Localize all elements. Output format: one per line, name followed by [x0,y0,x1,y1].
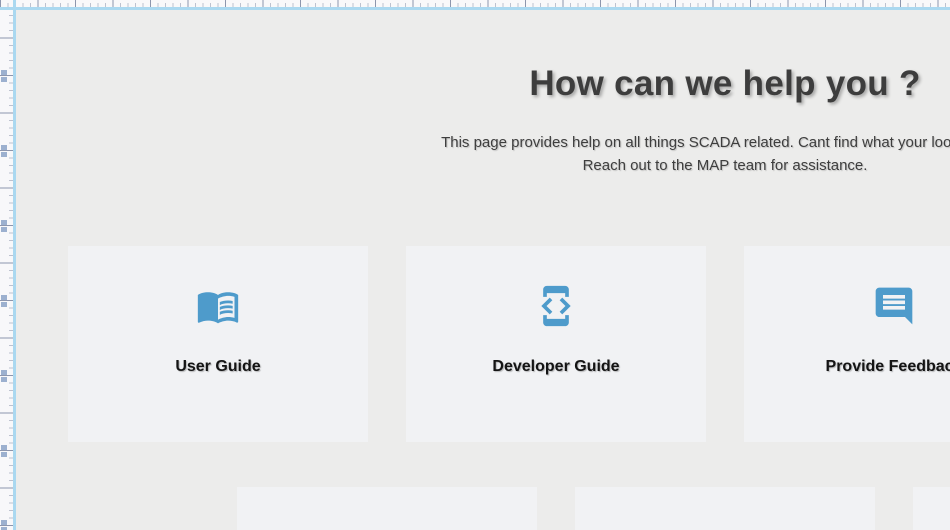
subtitle-line-1: This page provides help on all things SC… [68,131,950,154]
vertical-guide-line [13,0,16,530]
horizontal-guide-line [0,7,950,10]
card-user-guide[interactable]: User Guide [68,246,368,442]
card-label: Developer Guide [492,358,619,376]
card-provide-feedback[interactable]: Provide Feedback [744,246,950,442]
card-row2-1[interactable] [237,487,537,530]
card-row2-2[interactable] [575,487,875,530]
scada-help-page: How can we help you ? This page provides… [0,0,950,530]
help-cards-row-1: User Guide Developer Guide Provide Feedb… [68,246,950,442]
horizontal-ruler [0,0,950,7]
page-subtitle: This page provides help on all things SC… [68,131,950,177]
card-row2-3[interactable] [913,487,950,530]
comment-bubble-icon [872,284,916,328]
subtitle-line-2: Reach out to the MAP team for assistance… [68,154,950,177]
card-developer-guide[interactable]: Developer Guide [406,246,706,442]
page-title: How can we help you ? [68,64,950,104]
help-cards-row-2 [237,487,950,530]
developer-mode-icon [534,284,578,328]
help-content: How can we help you ? This page provides… [68,0,950,177]
card-label: User Guide [175,358,260,376]
open-book-icon [196,284,240,328]
vertical-ruler [0,0,13,530]
card-label: Provide Feedback [826,358,950,376]
